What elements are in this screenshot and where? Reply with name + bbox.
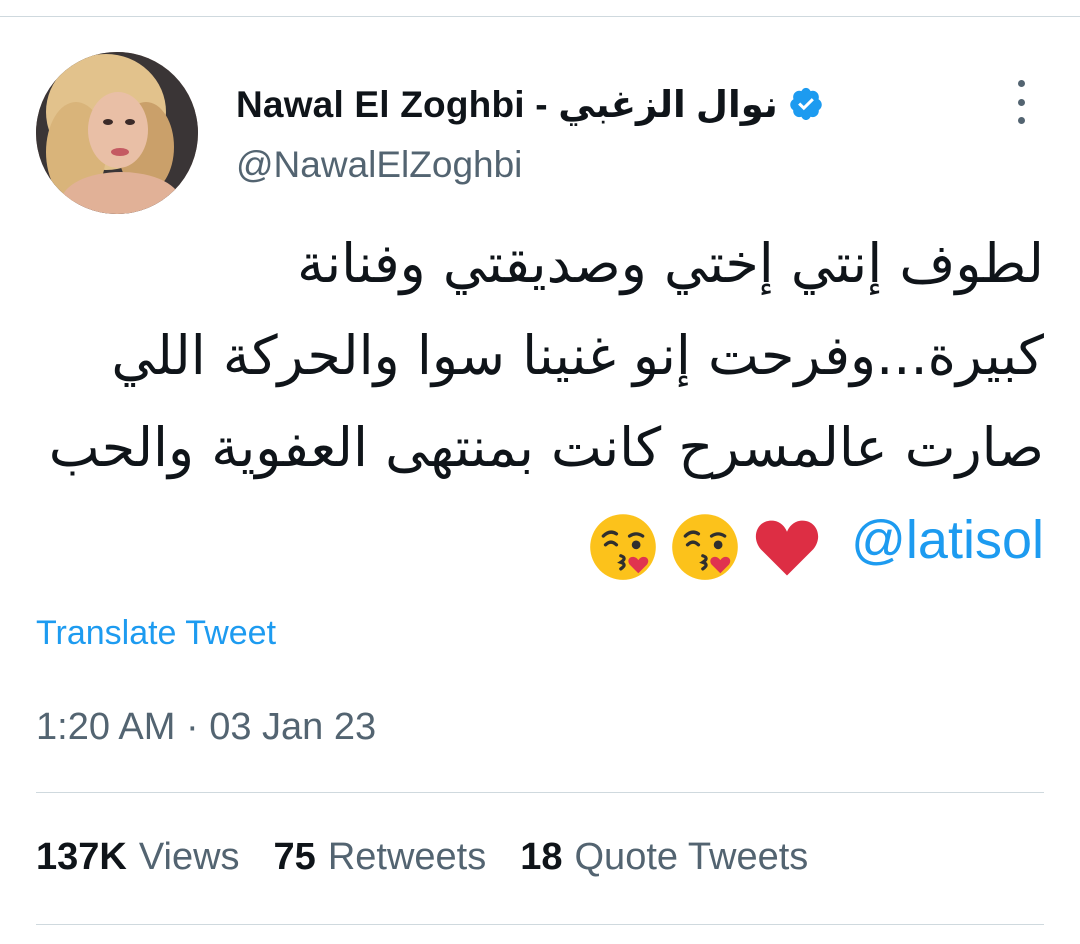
stats-top-divider (36, 792, 1044, 793)
author-handle[interactable]: @NawalElZoghbi (236, 144, 522, 186)
views-count: 137K (36, 836, 127, 878)
tweet-stats: 137K Views 75 Retweets 18 Quote Tweets (36, 836, 842, 879)
tweet-text-arabic: لطوف إنتي إختي وصديقتي وفنانة كبيرة...وف… (48, 232, 1044, 479)
retweets-count: 75 (273, 836, 316, 878)
mention-link[interactable]: @latisol (851, 510, 1044, 570)
author-name-row[interactable]: Nawal El Zoghbi - نوال الزغبي (236, 80, 824, 128)
avatar[interactable] (36, 52, 198, 214)
emoji-group (588, 497, 834, 589)
red-heart-icon (752, 512, 822, 582)
quote-tweets-stat[interactable]: 18 Quote Tweets (520, 836, 808, 879)
kissing-face-with-heart-icon (588, 512, 658, 582)
display-name[interactable]: Nawal El Zoghbi - نوال الزغبي (236, 83, 778, 126)
verified-badge-icon (788, 86, 824, 122)
stats-bottom-divider (36, 924, 1044, 925)
retweets-label: Retweets (327, 836, 487, 878)
views-stat[interactable]: 137K Views (36, 836, 240, 879)
retweets-stat[interactable]: 75 Retweets (274, 836, 487, 879)
translate-tweet-link[interactable]: Translate Tweet (36, 614, 276, 653)
profile-photo-icon (36, 52, 198, 214)
quote-tweets-count: 18 (520, 836, 563, 878)
more-options-icon[interactable] (1004, 80, 1038, 124)
kissing-face-with-heart-icon (670, 512, 740, 582)
tweet-text: لطوف إنتي إختي وصديقتي وفنانة كبيرة...وف… (36, 218, 1044, 589)
tweet-timestamp[interactable]: 1:20 AM · 03 Jan 23 (36, 706, 376, 749)
views-label: Views (138, 836, 240, 878)
quote-tweets-label: Quote Tweets (574, 836, 809, 878)
top-divider (0, 16, 1080, 17)
